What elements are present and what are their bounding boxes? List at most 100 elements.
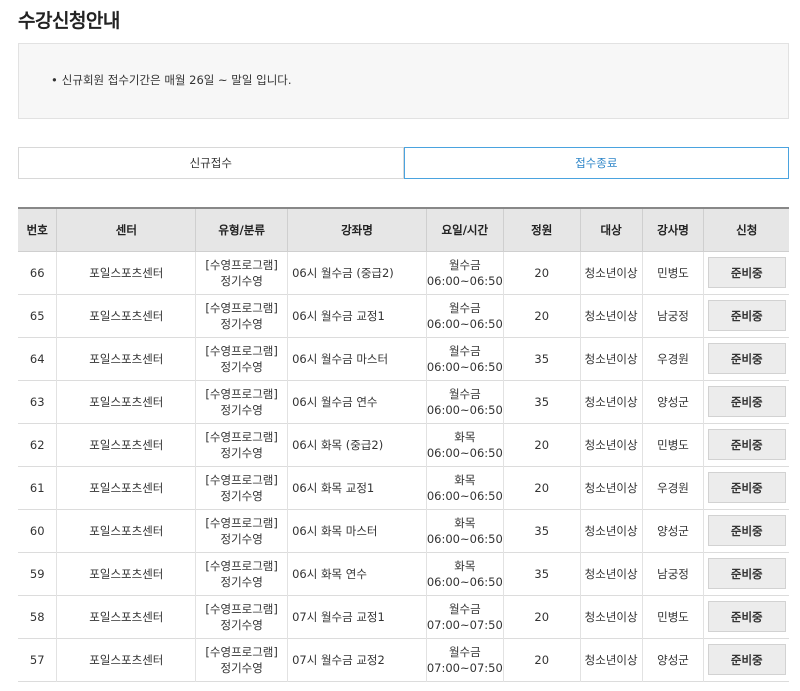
cell-target: 청소년이상 [580,509,643,552]
cell-course-name: 06시 화목 교정1 [287,466,427,509]
schedule-time: 06:00~06:50 [426,531,503,546]
course-rows: 66 포일스포츠센터 [수영프로그램] 정기수영 06시 월수금 (중급2) 월수… [18,251,789,681]
header-schedule: 요일/시간 [426,208,504,252]
header-capacity: 정원 [503,208,581,252]
schedule-days: 화목 [454,515,476,530]
table-row: 62 포일스포츠센터 [수영프로그램] 정기수영 06시 화목 (중급2) 화목 0… [18,423,789,466]
cell-schedule: 화목 06:00~06:50 [426,509,504,552]
apply-button[interactable]: 준비중 [707,386,786,417]
apply-button[interactable]: 준비중 [707,257,786,288]
header-course-name: 강좌명 [287,208,427,252]
header-target: 대상 [580,208,643,252]
apply-button[interactable]: 준비중 [707,644,786,675]
cell-capacity: 20 [503,638,581,681]
table-row: 65 포일스포츠센터 [수영프로그램] 정기수영 06시 월수금 교정1 월수금 0… [18,294,789,337]
cell-target: 청소년이상 [580,466,643,509]
type-category: [수영프로그램] [205,558,278,573]
notice-text: • 신규회원 접수기간은 매월 26일 ~ 말일 입니다. [51,72,292,88]
schedule-time: 06:00~06:50 [426,402,503,417]
cell-instructor: 민병도 [642,423,705,466]
table-row: 57 포일스포츠센터 [수영프로그램] 정기수영 07시 월수금 교정2 월수금 0… [18,638,789,681]
schedule-days: 월수금 [448,300,481,315]
table-row: 59 포일스포츠센터 [수영프로그램] 정기수영 06시 화목 연수 화목 06:0… [18,552,789,595]
cell-type: [수영프로그램] 정기수영 [195,509,289,552]
type-category: [수영프로그램] [205,472,278,487]
type-category: [수영프로그램] [205,515,278,530]
schedule-days: 월수금 [448,343,481,358]
cell-apply: 준비중 [704,251,789,294]
cell-instructor: 양성군 [642,509,705,552]
schedule-time: 07:00~07:50 [426,617,503,632]
cell-instructor: 양성군 [642,380,705,423]
table-row: 60 포일스포츠센터 [수영프로그램] 정기수영 06시 화목 마스터 화목 06:… [18,509,789,552]
apply-button[interactable]: 준비중 [707,601,786,632]
cell-instructor: 민병도 [642,251,705,294]
cell-number: 63 [18,380,58,423]
cell-schedule: 화목 06:00~06:50 [426,552,504,595]
cell-type: [수영프로그램] 정기수영 [195,294,289,337]
schedule-days: 화목 [454,472,476,487]
apply-button[interactable]: 준비중 [707,515,786,546]
cell-apply: 준비중 [704,595,789,638]
cell-course-name: 06시 월수금 (중급2) [287,251,427,294]
tab-new-registration[interactable]: 신규접수 [18,147,404,179]
type-category: [수영프로그램] [205,386,278,401]
schedule-time: 07:00~07:50 [426,660,503,675]
cell-capacity: 20 [503,294,581,337]
tab-registration-closed[interactable]: 접수종료 [403,147,789,179]
cell-center: 포일스포츠센터 [56,251,197,294]
cell-course-name: 06시 화목 마스터 [287,509,427,552]
schedule-time: 06:00~06:50 [426,316,503,331]
cell-schedule: 화목 06:00~06:50 [426,466,504,509]
apply-button[interactable]: 준비중 [707,429,786,460]
page-title: 수강신청안내 [18,10,120,32]
cell-target: 청소년이상 [580,337,643,380]
cell-apply: 준비중 [704,380,789,423]
cell-number: 59 [18,552,58,595]
type-subcategory: 정기수영 [220,660,263,675]
cell-apply: 준비중 [704,294,789,337]
cell-course-name: 06시 월수금 연수 [287,380,427,423]
type-subcategory: 정기수영 [220,359,263,374]
cell-schedule: 월수금 06:00~06:50 [426,337,504,380]
apply-button[interactable]: 준비중 [707,558,786,589]
cell-schedule: 월수금 06:00~06:50 [426,380,504,423]
apply-button[interactable]: 준비중 [707,300,786,331]
cell-schedule: 월수금 06:00~06:50 [426,294,504,337]
schedule-days: 월수금 [448,257,481,272]
cell-capacity: 35 [503,552,581,595]
header-number: 번호 [18,208,58,252]
cell-center: 포일스포츠센터 [56,552,197,595]
cell-type: [수영프로그램] 정기수영 [195,423,289,466]
table-row: 61 포일스포츠센터 [수영프로그램] 정기수영 06시 화목 교정1 화목 06:… [18,466,789,509]
schedule-time: 06:00~06:50 [426,273,503,288]
type-category: [수영프로그램] [205,300,278,315]
schedule-days: 월수금 [448,644,481,659]
cell-target: 청소년이상 [580,380,643,423]
type-category: [수영프로그램] [205,429,278,444]
bullet-icon: • [51,73,58,87]
apply-button[interactable]: 준비중 [707,343,786,374]
cell-target: 청소년이상 [580,423,643,466]
cell-instructor: 우경원 [642,337,705,380]
cell-number: 65 [18,294,58,337]
cell-capacity: 35 [503,337,581,380]
apply-button[interactable]: 준비중 [707,472,786,503]
cell-instructor: 양성군 [642,638,705,681]
cell-type: [수영프로그램] 정기수영 [195,380,289,423]
cell-schedule: 월수금 06:00~06:50 [426,251,504,294]
table-header-row: 번호 센터 유형/분류 강좌명 요일/시간 정원 대상 강사명 신청 [18,208,789,252]
cell-number: 64 [18,337,58,380]
cell-instructor: 우경원 [642,466,705,509]
cell-center: 포일스포츠센터 [56,380,197,423]
cell-instructor: 민병도 [642,595,705,638]
cell-target: 청소년이상 [580,294,643,337]
cell-type: [수영프로그램] 정기수영 [195,638,289,681]
cell-instructor: 남궁정 [642,294,705,337]
registration-tabs: 신규접수 접수종료 [18,147,789,179]
cell-course-name: 06시 월수금 교정1 [287,294,427,337]
notice-message: 신규회원 접수기간은 매월 26일 ~ 말일 입니다. [61,73,292,87]
type-category: [수영프로그램] [205,601,278,616]
cell-number: 66 [18,251,58,294]
header-instructor: 강사명 [642,208,705,252]
